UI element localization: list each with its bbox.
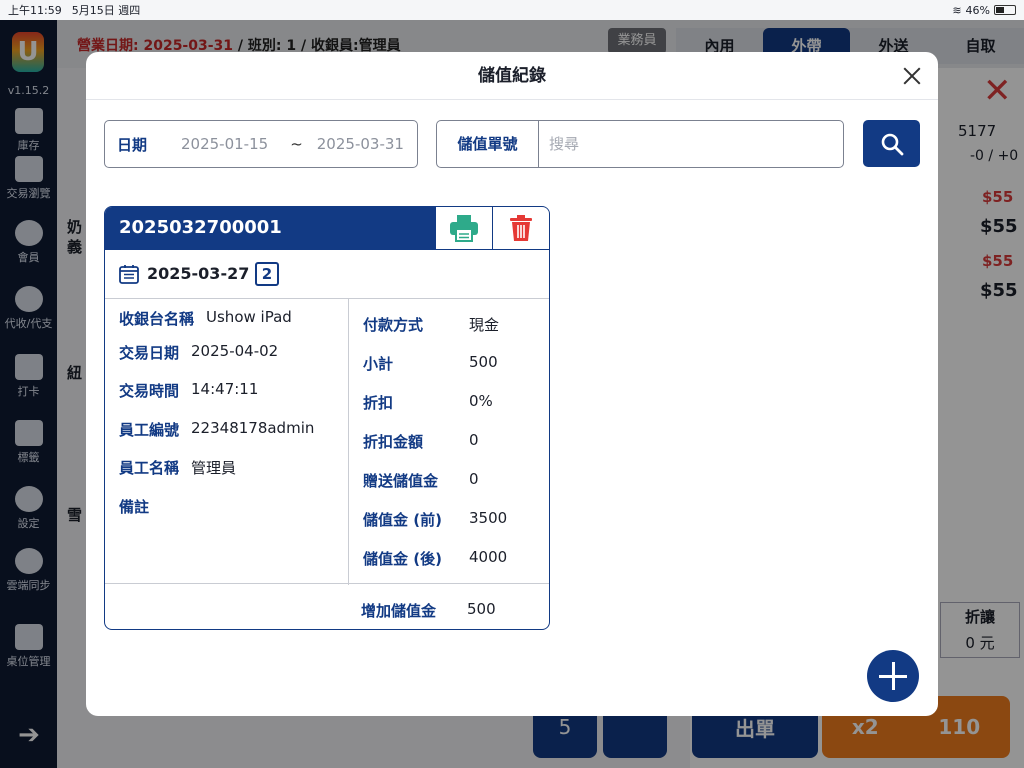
field-key: 付款方式 — [363, 316, 424, 334]
field-value: Ushow iPad — [206, 308, 292, 326]
date-start-field[interactable]: 2025-01-15 — [181, 135, 268, 153]
date-label: 日期 — [117, 135, 148, 154]
field-value: 14:47:11 — [191, 380, 259, 398]
field-key: 員工編號 — [119, 421, 180, 439]
field-balance-after: 儲值金 (後) 4000 — [363, 548, 507, 569]
field-register-name: 收銀台名稱 Ushow iPad — [119, 308, 292, 329]
record-date: 2025-03-27 — [147, 264, 250, 283]
field-key: 折扣 — [363, 394, 394, 412]
date-end-field[interactable]: 2025-03-31 — [317, 135, 404, 153]
field-key: 增加儲值金 — [361, 602, 437, 620]
date-range-filter[interactable]: 日期 2025-01-15 ~ 2025-03-31 — [104, 120, 418, 168]
field-added-credit: 增加儲值金 500 — [361, 600, 496, 621]
dialog-header: 儲值紀錄 — [86, 52, 938, 100]
status-time: 上午11:59 — [8, 4, 62, 17]
field-transaction-time: 交易時間 14:47:11 — [119, 380, 258, 401]
field-employee-id: 員工編號 22348178admin — [119, 419, 314, 440]
field-value: 管理員 — [191, 459, 237, 477]
field-value: 500 — [469, 353, 498, 371]
field-payment-method: 付款方式 現金 — [363, 314, 499, 335]
field-key: 交易時間 — [119, 382, 180, 400]
field-value: 0 — [469, 470, 479, 488]
field-key: 贈送儲值金 — [363, 472, 439, 490]
calendar-icon — [119, 265, 139, 284]
field-subtotal: 小計 500 — [363, 353, 498, 374]
field-key: 儲值金 (前) — [363, 511, 442, 529]
field-key: 員工名稱 — [119, 459, 180, 477]
field-key: 收銀台名稱 — [119, 310, 195, 328]
close-icon[interactable] — [900, 64, 924, 88]
field-discount-amount: 折扣金額 0 — [363, 431, 479, 452]
card-header: 2025032700001 — [105, 207, 549, 249]
search-input[interactable] — [539, 121, 843, 167]
field-discount: 折扣 0% — [363, 392, 493, 413]
delete-button[interactable] — [492, 207, 549, 249]
stored-value-record-card: 2025032700001 2025-03-27 2 收銀台名稱 Ushow i… — [104, 206, 550, 630]
date-range-separator: ~ — [290, 135, 303, 153]
record-count-badge: 2 — [255, 262, 279, 286]
search-button[interactable] — [863, 120, 920, 167]
field-balance-before: 儲值金 (前) 3500 — [363, 509, 507, 530]
record-number-search: 儲值單號 — [436, 120, 844, 168]
field-note: 備註 — [119, 496, 161, 517]
battery-icon — [994, 5, 1016, 15]
field-value: 2025-04-02 — [191, 342, 279, 360]
field-key: 折扣金額 — [363, 433, 424, 451]
wifi-icon: ≋ — [952, 3, 962, 17]
card-subheader: 2025-03-27 2 — [105, 249, 549, 299]
printer-icon — [450, 215, 478, 242]
search-icon — [881, 133, 904, 156]
dialog-title: 儲值紀錄 — [478, 66, 546, 86]
column-divider — [348, 299, 349, 585]
field-value: 3500 — [469, 509, 508, 527]
status-date: 5月15日 週四 — [71, 4, 141, 17]
field-transaction-date: 交易日期 2025-04-02 — [119, 342, 278, 363]
search-label: 儲值單號 — [437, 121, 539, 167]
print-button[interactable] — [436, 207, 492, 249]
status-bar: 上午11:59 5月15日 週四 ≋ 46% — [0, 0, 1024, 20]
field-value: 22348178admin — [191, 419, 315, 437]
field-key: 備註 — [119, 498, 150, 516]
trash-icon — [510, 215, 532, 241]
card-actions — [435, 207, 549, 249]
field-bonus-credit: 贈送儲值金 0 — [363, 470, 479, 491]
add-record-button[interactable] — [867, 650, 919, 702]
field-value: 500 — [467, 600, 496, 618]
record-number: 2025032700001 — [119, 217, 282, 238]
field-value: 現金 — [469, 316, 500, 334]
field-key: 交易日期 — [119, 344, 180, 362]
field-employee-name: 員工名稱 管理員 — [119, 457, 236, 478]
field-value: 0 — [469, 431, 479, 449]
field-key: 儲值金 (後) — [363, 550, 442, 568]
field-value: 0% — [469, 392, 493, 410]
battery-percent: 46% — [965, 3, 990, 17]
stored-value-records-dialog: 儲值紀錄 日期 2025-01-15 ~ 2025-03-31 儲值單號 202… — [86, 52, 938, 716]
field-value: 4000 — [469, 548, 508, 566]
card-footer: 增加儲值金 500 — [105, 583, 549, 629]
field-key: 小計 — [363, 355, 394, 373]
